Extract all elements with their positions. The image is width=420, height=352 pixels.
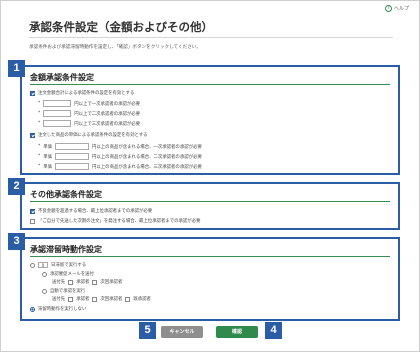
amount-enable-checkbox[interactable] [30, 90, 35, 96]
send-mail-label: 承認催促メールを送付 [50, 272, 94, 277]
execute-after-days-radio[interactable] [30, 262, 35, 268]
other-approval-section: その他承認条件設定 不良金額を超過する場合、最上位承認者までの承認が必要 「ご自… [20, 182, 400, 230]
other-option2-checkbox[interactable] [30, 218, 35, 224]
mail-next-approver-checkbox[interactable] [92, 279, 98, 285]
send-mail-radio[interactable] [42, 271, 47, 277]
required-mark: * [38, 164, 41, 169]
other-option1-label: 不良金額を超過する場合、最上位承認者までの承認が必要 [38, 209, 153, 214]
amount-level2-input[interactable] [43, 110, 72, 117]
unit-enable-label: 注文した商品の単価による承認条件の設定を有効とする [38, 133, 148, 138]
amount-enable-label: 注文金額合計による承認条件の設定を有効とする [38, 91, 135, 96]
unit-enable-checkbox[interactable] [30, 132, 35, 138]
title-divider [29, 37, 393, 38]
auto-approver-label: 承認者 [76, 297, 90, 302]
help-link[interactable]: ? ヘルプ [384, 5, 409, 12]
unit-prefix-label: 単価 [43, 154, 52, 160]
amount-level3-input[interactable] [43, 120, 72, 127]
amount-level2-label: 円以上で二次承認者の承認が必要 [74, 111, 141, 117]
unit-level2-input[interactable] [55, 153, 89, 160]
unit-level1-label: 円以上の商品が含まれる場合、一次承認者の承認が必要 [92, 144, 202, 150]
unit-prefix-label: 単価 [43, 164, 52, 170]
auto-next-approver-label: 次回承認者 [100, 297, 123, 302]
amount-level3-label: 円以上で三次承認者の承認が必要 [74, 121, 141, 127]
help-label: ヘルプ [393, 6, 409, 12]
required-mark: * [38, 154, 41, 159]
section-divider [30, 201, 390, 202]
mail-target-label: 送付先 [52, 280, 66, 285]
other-option1-checkbox[interactable] [30, 208, 35, 214]
other-option2-label: 「ご自分で先送した次期の注文」を発注する場合、最上位承認者までの承認が必要 [38, 219, 201, 224]
mail-approver-label: 承認者 [76, 280, 90, 285]
step-badge-4: 4 [265, 322, 282, 339]
mail-approver-checkbox[interactable] [68, 279, 74, 285]
section-divider [30, 256, 390, 257]
required-mark: * [38, 101, 41, 106]
stagnation-action-section: 承認滞留時動作設定 0 日滞留で実行する 承認催促メールを送付 送付先 承認者 … [20, 237, 400, 321]
confirm-button[interactable]: 確認 [216, 326, 258, 338]
cancel-button[interactable]: キャンセル [161, 326, 203, 338]
required-mark: * [38, 111, 41, 116]
auto-all-approvers-label: 既承認者 [133, 297, 151, 302]
unit-prefix-label: 単価 [43, 144, 52, 150]
section-title-other: その他承認条件設定 [30, 190, 102, 199]
step-badge-1: 1 [8, 60, 25, 77]
section-title-stagnation: 承認滞留時動作設定 [30, 245, 102, 254]
page-frame: ? ヘルプ 承認条件設定（金額およびその他） 承認条件および承認滞留時動作を設定… [0, 0, 420, 352]
unit-level3-input[interactable] [55, 163, 89, 170]
unit-level3-label: 円以上の商品が含まれる場合、三次承認者の承認が必要 [92, 164, 202, 170]
required-mark: * [38, 144, 41, 149]
unit-level2-label: 円以上の商品が含まれる場合、二次承認者の承認が必要 [92, 154, 202, 160]
auto-target-label: 送付先 [52, 297, 66, 302]
days-select[interactable]: 0 [38, 262, 48, 268]
no-action-radio[interactable] [30, 306, 35, 312]
days-suffix-label: 日滞留で実行する [51, 263, 87, 268]
amount-approval-section: 金額承認条件設定 注文金額合計による承認条件の設定を有効とする * 円以上で一次… [20, 65, 400, 175]
page-description: 承認条件および承認滞留時動作を設定し、「確認」ボタンをクリックしてください。 [29, 45, 201, 50]
mail-next-approver-label: 次回承認者 [100, 280, 123, 285]
auto-all-approvers-checkbox[interactable] [125, 296, 131, 302]
auto-next-approver-checkbox[interactable] [92, 296, 98, 302]
auto-approve-radio[interactable] [42, 288, 47, 294]
required-mark: * [38, 121, 41, 126]
section-title-amount: 金額承認条件設定 [30, 73, 94, 82]
step-badge-3: 3 [8, 233, 25, 250]
auto-approve-label: 自動で承認を実行 [50, 289, 86, 294]
amount-level1-label: 円以上で一次承認者の承認が必要 [74, 101, 141, 107]
step-badge-5: 5 [139, 322, 156, 339]
section-divider [30, 84, 390, 85]
auto-approver-checkbox[interactable] [68, 296, 74, 302]
step-badge-2: 2 [8, 178, 25, 195]
no-action-label: 滞留時動作を実行しない [38, 307, 87, 312]
amount-level1-input[interactable] [43, 100, 72, 107]
page-title: 承認条件設定（金額およびその他） [29, 20, 213, 34]
unit-level1-input[interactable] [55, 143, 89, 150]
help-icon: ? [384, 5, 392, 12]
